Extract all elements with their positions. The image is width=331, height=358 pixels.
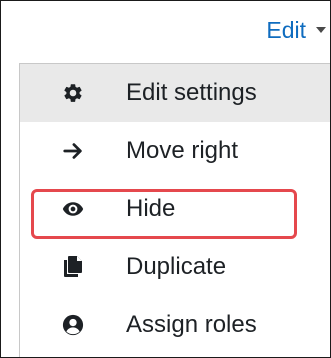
eye-icon xyxy=(62,198,84,220)
menu-item-duplicate[interactable]: Duplicate xyxy=(20,238,330,296)
menu-item-move-right[interactable]: Move right xyxy=(20,122,330,180)
menu-item-assign-roles[interactable]: Assign roles xyxy=(20,296,330,354)
user-circle-icon xyxy=(62,314,84,336)
menu-item-hide[interactable]: Hide xyxy=(20,180,330,238)
copy-icon xyxy=(62,256,84,278)
menu-item-label: Duplicate xyxy=(126,253,227,280)
menu-item-label: Assign roles xyxy=(126,311,257,338)
caret-down-icon xyxy=(316,27,326,33)
edit-menu-label: Edit xyxy=(266,16,306,43)
menu-item-edit-settings[interactable]: Edit settings xyxy=(20,64,330,122)
menu-item-label: Edit settings xyxy=(126,79,257,106)
menu-item-label: Move right xyxy=(126,137,239,164)
edit-menu-toggle[interactable]: Edit xyxy=(266,1,330,59)
arrow-right-icon xyxy=(62,140,84,162)
menu-item-label: Hide xyxy=(126,195,176,222)
edit-dropdown-menu: Edit settings Move right Hide Duplicate … xyxy=(19,63,330,357)
gear-icon xyxy=(62,82,84,104)
screenshot-frame: Edit Edit settings Move right Hide Dupli… xyxy=(0,0,331,358)
